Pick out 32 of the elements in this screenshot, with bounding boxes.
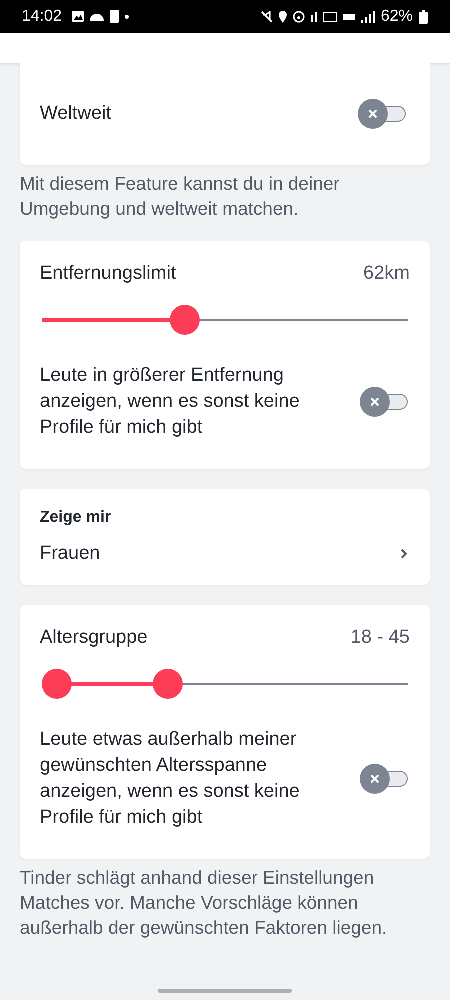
caption-text: Mit diesem Feature kannst du in deiner Umgebung und weltweit matchen. [20,172,341,221]
option-text: Leute etwas außerhalb meiner gewünschten Altersspanne anzeigen, wenn es sonst keine Profile für mich gibt [40,728,301,830]
toggle-switch[interactable] [360,387,410,417]
setting-label: Weltweit [40,103,112,125]
chevron-right-icon [400,548,408,560]
mute-icon [260,10,273,22]
slider-thumb[interactable] [42,669,72,699]
slider-thumb[interactable] [170,305,200,335]
close-icon [370,774,380,784]
option-text: Leute in größerer Entfernung anzeigen, wenn es sonst keine Profile für mich gibt [40,364,301,440]
toggle-switch[interactable] [360,764,410,794]
slider-value: 62km [364,263,410,285]
signal-icon [360,10,375,22]
signal-icon [310,12,317,22]
slider-value: 18 - 45 [350,627,410,649]
location-icon [278,10,287,22]
battery-icon [419,10,428,24]
settings-card[interactable]: Zeige mir Frauen [20,489,430,585]
setting-label: Altersgruppe [40,627,148,649]
slider-thumb[interactable] [153,669,184,699]
image-icon [72,10,84,22]
battery-text: 62% [380,8,413,26]
clock-text: 14:02 [22,8,62,26]
selected-value: Frauen [40,543,100,565]
caption-text: Tinder schlägt anhand dieser Einstellungen Matches vor. Manche Vorschläge können außerhalb der gewünschten Faktoren liegen. [20,866,388,940]
close-icon [370,397,380,407]
section-heading: Zeige mir [40,509,112,527]
dot-icon [125,14,130,18]
hotspot-icon [292,10,305,22]
toggle-switch[interactable] [358,99,408,129]
close-icon [368,109,378,119]
setting-label: Entfernungslimit [40,263,176,285]
